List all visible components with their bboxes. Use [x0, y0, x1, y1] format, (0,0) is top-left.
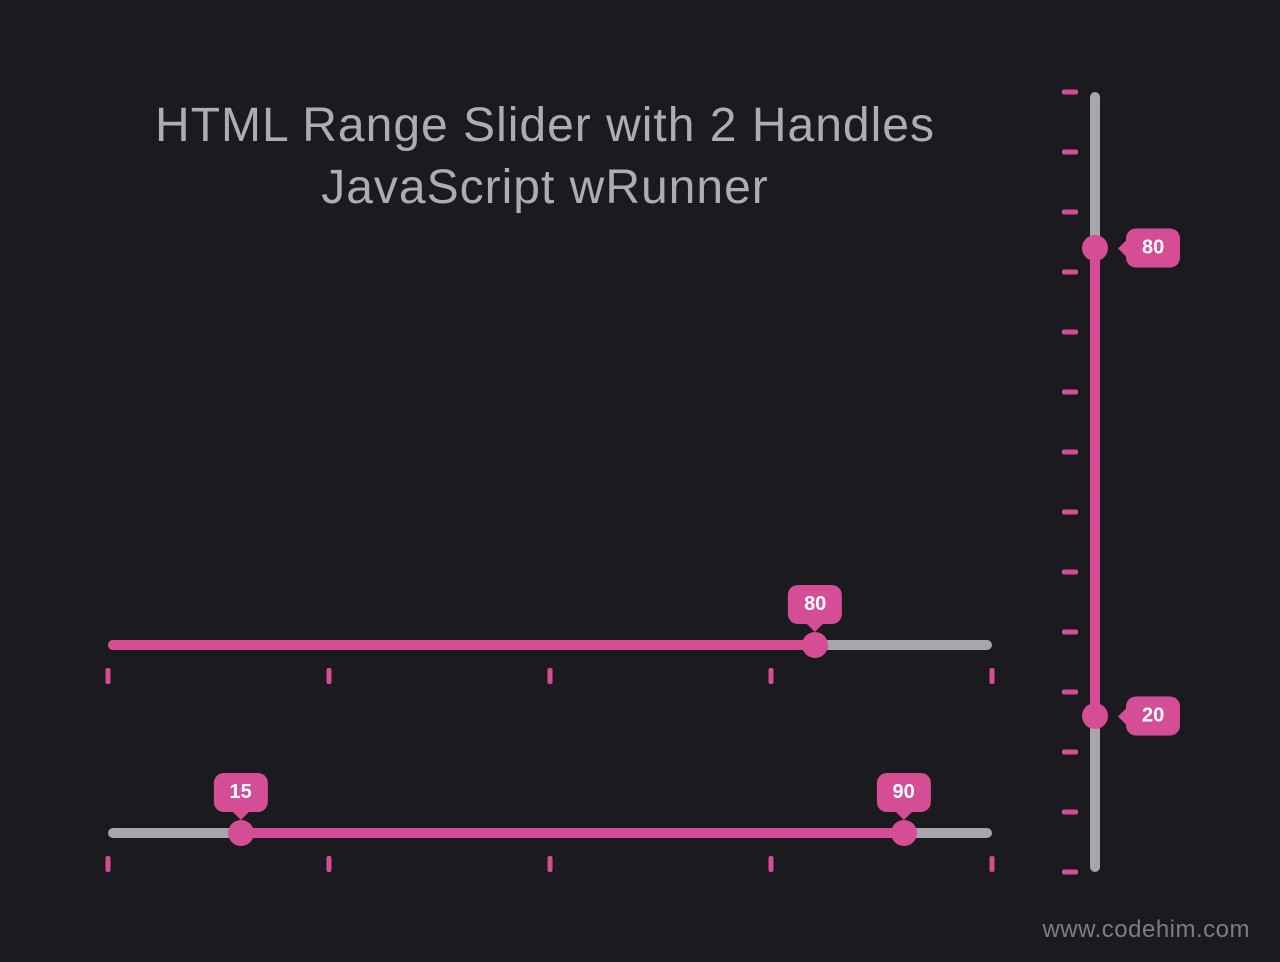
tick [106, 856, 111, 872]
tick [769, 668, 774, 684]
tick [327, 856, 332, 872]
tick [1062, 510, 1078, 515]
tick [769, 856, 774, 872]
tick [106, 668, 111, 684]
slider-high-tooltip: 90 [876, 773, 930, 812]
page-title: HTML Range Slider with 2 Handles JavaScr… [60, 95, 1030, 220]
single-range-slider[interactable]: 80 [108, 640, 992, 688]
tick [990, 856, 995, 872]
slider-low-tooltip: 20 [1126, 697, 1180, 736]
tick [1062, 750, 1078, 755]
slider-ticks [108, 856, 992, 876]
tick [1062, 330, 1078, 335]
tick [1062, 629, 1078, 634]
tick [327, 668, 332, 684]
tick [1062, 270, 1078, 275]
vertical-range-slider[interactable]: 80 20 [1090, 92, 1100, 872]
tick [1062, 90, 1078, 95]
tick [548, 668, 553, 684]
slider-high-handle[interactable] [891, 820, 917, 846]
tick [1062, 210, 1078, 215]
double-range-slider[interactable]: 15 90 [108, 828, 992, 876]
tick [1062, 690, 1078, 695]
slider-low-tooltip: 15 [213, 773, 267, 812]
tick [1062, 870, 1078, 875]
tick [990, 668, 995, 684]
slider-high-handle[interactable] [1082, 235, 1108, 261]
tick [1062, 390, 1078, 395]
title-line-1: HTML Range Slider with 2 Handles [155, 99, 935, 152]
title-line-2: JavaScript wRunner [321, 161, 769, 214]
slider-low-handle[interactable] [1082, 703, 1108, 729]
slider-track[interactable]: 80 [108, 640, 992, 650]
footer-credit: www.codehim.com [1042, 916, 1250, 944]
slider-fill [1090, 248, 1100, 716]
slider-track[interactable]: 15 90 [108, 828, 992, 838]
slider-value-tooltip: 80 [788, 585, 842, 624]
slider-high-tooltip: 80 [1126, 229, 1180, 268]
slider-fill [241, 828, 904, 838]
tick [1062, 450, 1078, 455]
tick [1062, 810, 1078, 815]
tick [548, 856, 553, 872]
tick [1062, 570, 1078, 575]
slider-low-handle[interactable] [228, 820, 254, 846]
slider-handle[interactable] [802, 632, 828, 658]
slider-ticks [108, 668, 992, 688]
tick [1062, 150, 1078, 155]
slider-fill [108, 640, 815, 650]
